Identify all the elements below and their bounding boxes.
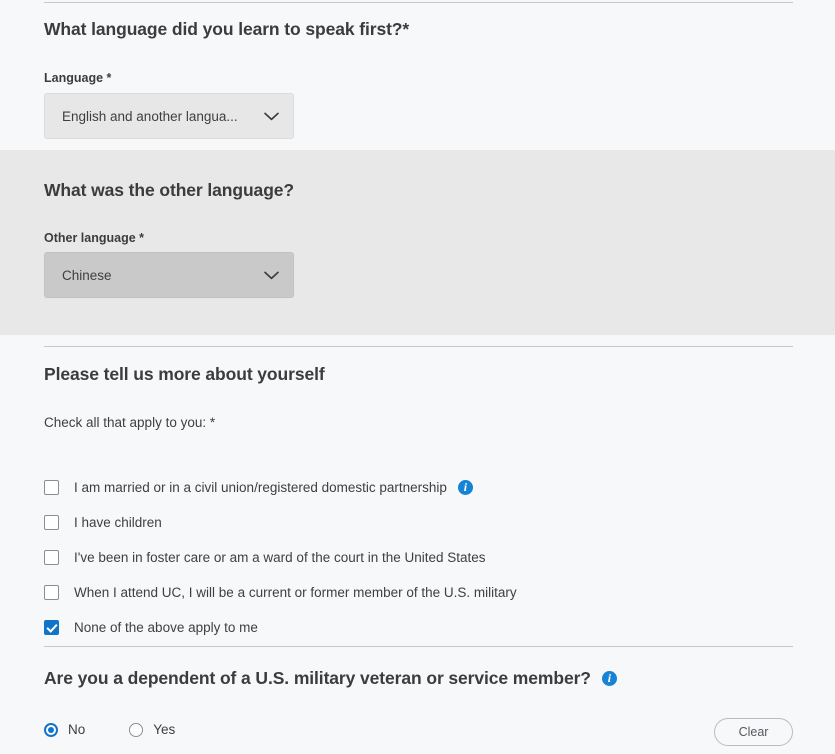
divider-top — [44, 2, 793, 3]
checkbox-label-children: I have children — [74, 515, 162, 530]
info-icon-married[interactable] — [457, 479, 473, 495]
info-icon-dependent[interactable] — [601, 670, 617, 686]
checkbox-group-about-yourself: I am married or in a civil union/registe… — [44, 470, 784, 645]
checkbox-none-of-the-above[interactable] — [44, 620, 59, 635]
divider-bottom — [44, 646, 793, 647]
radio-item-yes[interactable]: Yes — [129, 722, 175, 737]
select-language-value: English and another langua... — [62, 108, 238, 124]
checkbox-row-none-of-the-above[interactable]: None of the above apply to me — [44, 610, 784, 645]
checkbox-label-none-of-the-above: None of the above apply to me — [74, 620, 258, 635]
chevron-down-icon — [264, 271, 279, 279]
heading-about-yourself: Please tell us more about yourself — [44, 364, 325, 384]
select-other-language-value: Chinese — [62, 267, 112, 283]
label-language: Language * — [44, 71, 112, 85]
checkbox-children[interactable] — [44, 515, 59, 530]
radio-item-no[interactable]: No — [44, 722, 85, 737]
select-other-language[interactable]: Chinese — [44, 252, 294, 298]
divider-middle — [44, 346, 793, 347]
radio-yes[interactable] — [129, 722, 144, 737]
heading-other-language: What was the other language? — [44, 180, 295, 200]
radio-group-dependent: No Yes — [44, 722, 219, 737]
checkbox-label-foster-care: I've been in foster care or am a ward of… — [74, 550, 486, 565]
checkbox-row-military[interactable]: When I attend UC, I will be a current or… — [44, 575, 784, 610]
heading-dependent-text: Are you a dependent of a U.S. military v… — [44, 668, 591, 688]
checkbox-foster-care[interactable] — [44, 550, 59, 565]
heading-first-language: What language did you learn to speak fir… — [44, 19, 410, 39]
checkbox-row-children[interactable]: I have children — [44, 505, 784, 540]
helper-check-all-that-apply: Check all that apply to you: * — [44, 415, 216, 430]
checkbox-married[interactable] — [44, 480, 59, 495]
application-form-page: What language did you learn to speak fir… — [0, 0, 835, 754]
clear-button[interactable]: Clear — [714, 718, 793, 746]
select-language[interactable]: English and another langua... — [44, 93, 294, 139]
chevron-down-icon — [264, 112, 279, 120]
checkbox-row-married[interactable]: I am married or in a civil union/registe… — [44, 470, 784, 505]
radio-label-yes: Yes — [153, 722, 176, 737]
radio-label-no: No — [68, 722, 86, 737]
heading-dependent-question: Are you a dependent of a U.S. military v… — [44, 668, 617, 689]
checkbox-label-military: When I attend UC, I will be a current or… — [74, 585, 517, 600]
checkbox-military[interactable] — [44, 585, 59, 600]
radio-no[interactable] — [44, 722, 58, 737]
checkbox-label-married: I am married or in a civil union/registe… — [74, 480, 447, 495]
label-other-language: Other language * — [44, 231, 145, 245]
checkbox-row-foster-care[interactable]: I've been in foster care or am a ward of… — [44, 540, 784, 575]
